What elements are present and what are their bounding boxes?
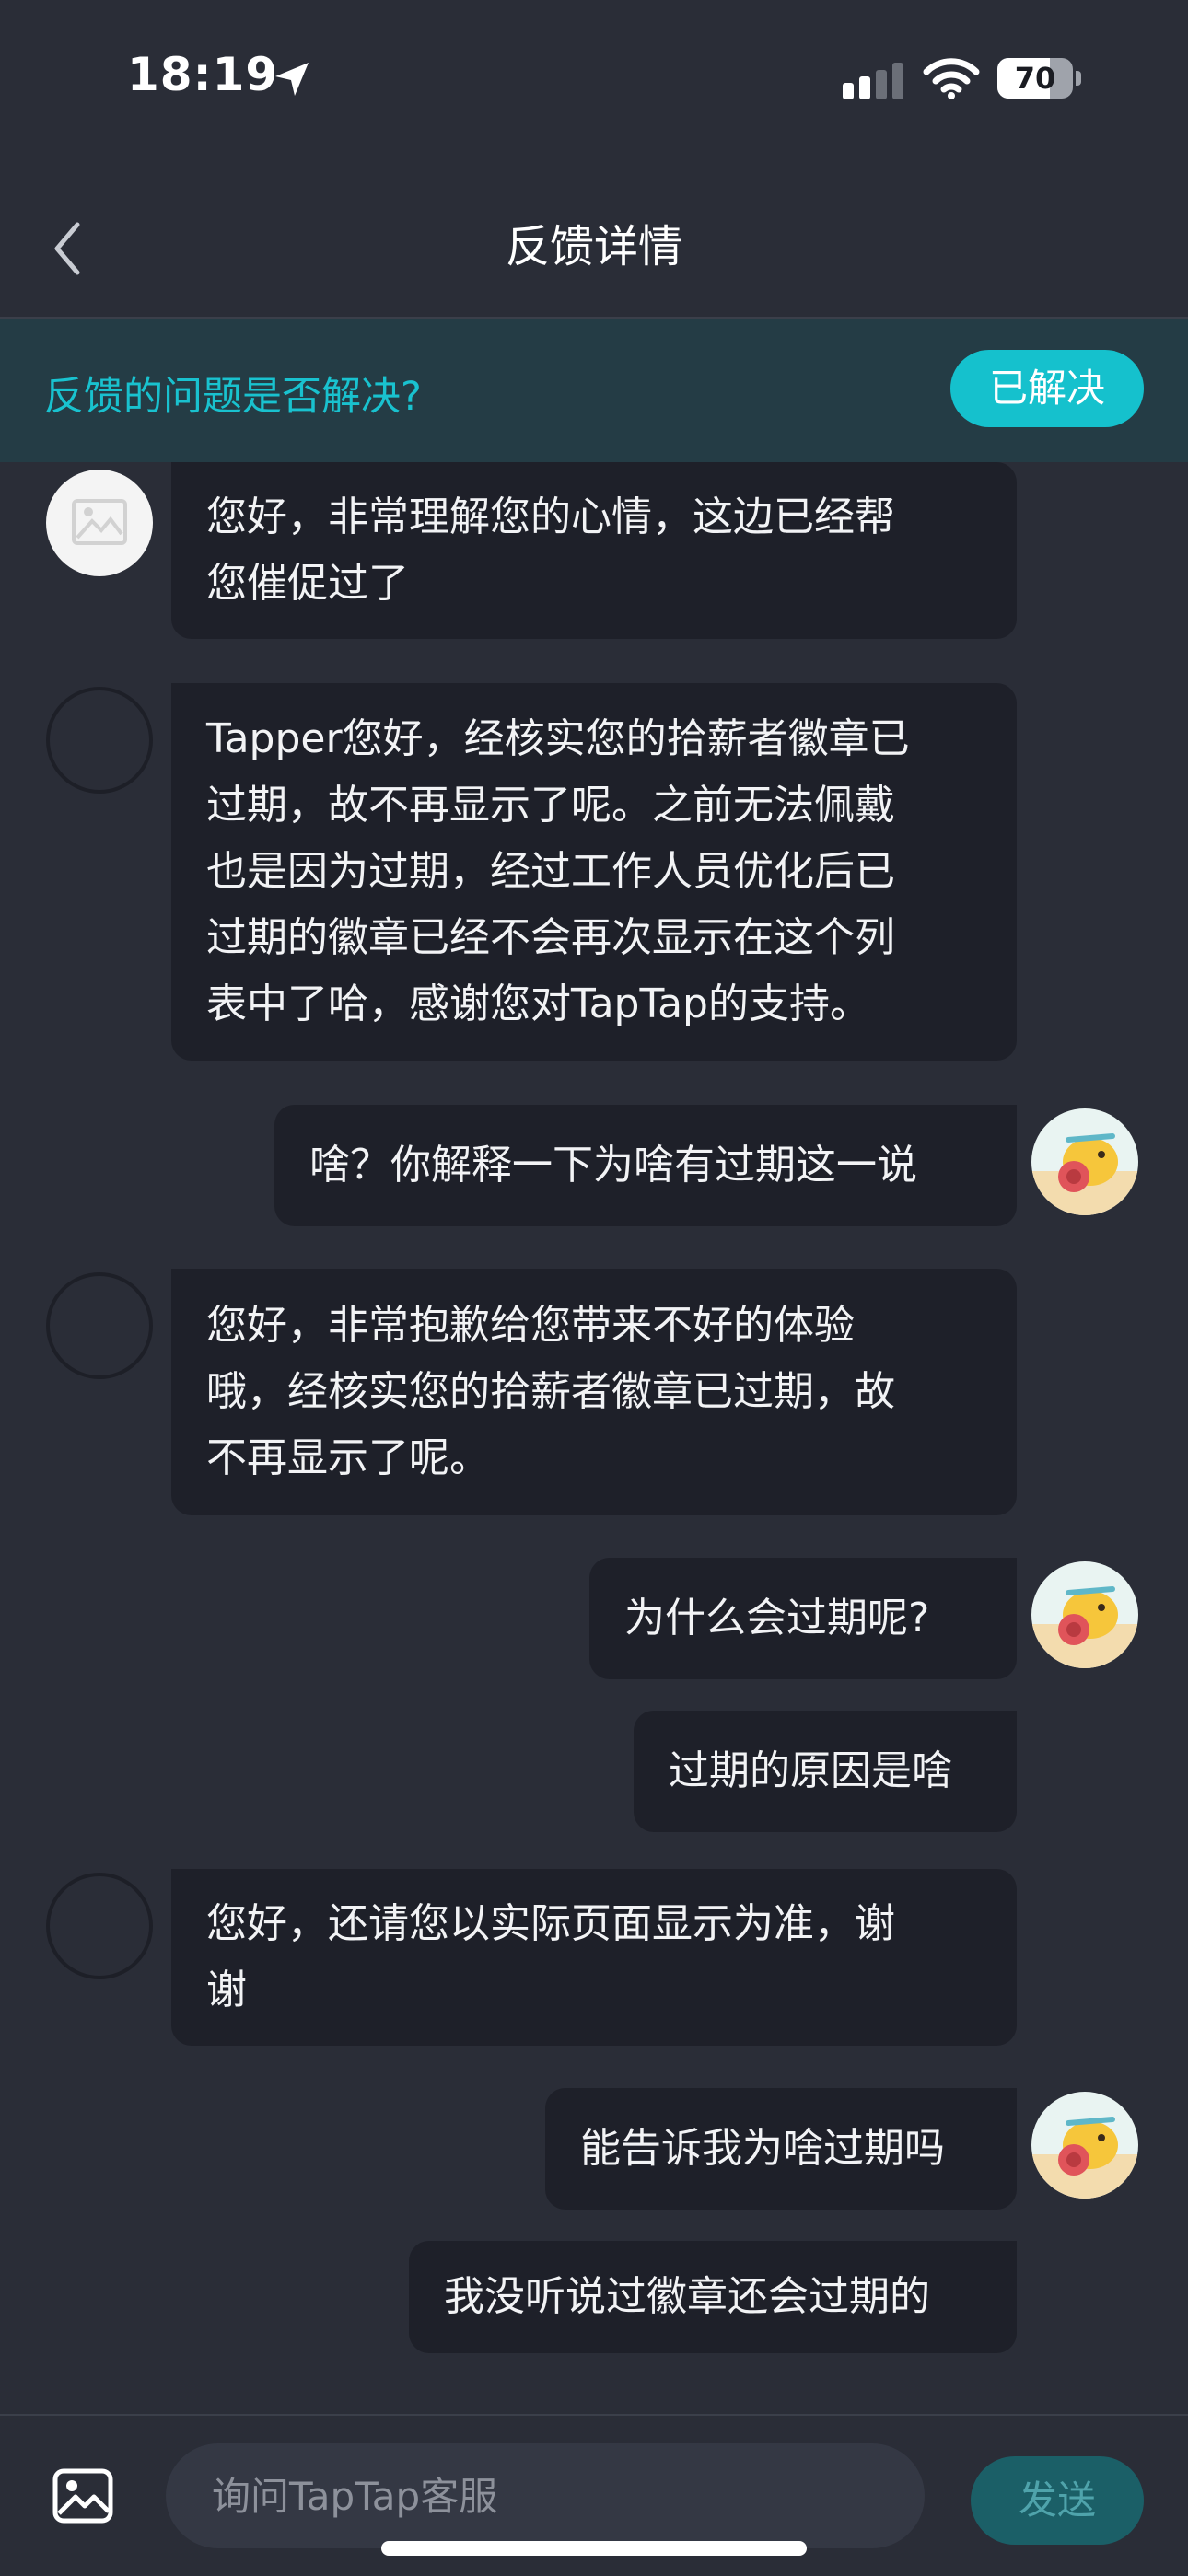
- message-line: 能告诉我为啥过期吗: [580, 2125, 945, 2172]
- message-input[interactable]: [166, 2443, 925, 2548]
- image-icon[interactable]: [52, 2467, 114, 2524]
- support-message-bubble[interactable]: 您好，还请您以实际页面显示为准，谢谢: [171, 1869, 1017, 2046]
- message-line: 过期，故不再显示了呢。之前无法佩戴: [206, 782, 895, 829]
- status-bar: 18:19 70: [0, 0, 1188, 157]
- message-line: 也是因为过期，经过工作人员优化后已: [206, 848, 895, 895]
- message-line: 您好，还请您以实际页面显示为准，谢: [206, 1900, 895, 1947]
- message-line: 您好，非常理解您的心情，这边已经帮: [206, 493, 895, 540]
- message-line: 啥？你解释一下为啥有过期这一说: [309, 1142, 917, 1189]
- user-message-bubble[interactable]: 我没听说过徽章还会过期的: [409, 2241, 1017, 2353]
- user-message-bubble[interactable]: 为什么会过期呢?: [589, 1558, 1017, 1679]
- support-message-bubble[interactable]: Tapper您好，经核实您的拾薪者徽章已 过期，故不再显示了呢。之前无法佩戴 也是因…: [171, 683, 1017, 1061]
- battery-level: 70: [1014, 61, 1056, 96]
- cellular-signal-icon: [843, 63, 903, 99]
- resolved-question: 反馈的问题是否解决?: [44, 374, 422, 420]
- message-line: 您好，非常抱歉给您带来不好的体验: [206, 1302, 855, 1349]
- chat-messages[interactable]: 您好，非常理解您的心情，这边已经帮 您催促过了 Tapper您好，经核实您的拾薪者徽…: [0, 462, 1188, 2414]
- status-time: 18:19: [127, 48, 279, 101]
- home-indicator: [381, 2541, 807, 2556]
- page-title: 反馈详情: [505, 221, 682, 273]
- message-line: 过期的徽章已经不会再次显示在这个列: [206, 914, 895, 961]
- message-line: Tapper您好，经核实您的拾薪者徽章已: [206, 715, 910, 762]
- user-avatar: [1031, 1561, 1138, 1668]
- battery-indicator: 70: [997, 58, 1073, 99]
- support-avatar-placeholder-icon: [46, 470, 153, 576]
- resolved-button[interactable]: 已解决: [950, 350, 1144, 427]
- support-avatar: [46, 1272, 153, 1379]
- user-message-bubble[interactable]: 过期的原因是啥: [634, 1711, 1017, 1832]
- nav-bar: 反馈详情: [0, 175, 1188, 319]
- feedback-banner: 反馈的问题是否解决? 已解决: [0, 319, 1188, 462]
- message-line: 不再显示了呢。: [206, 1434, 490, 1481]
- user-message-bubble[interactable]: 啥？你解释一下为啥有过期这一说: [274, 1105, 1017, 1226]
- support-avatar: [46, 687, 153, 794]
- wifi-icon: [923, 58, 980, 99]
- send-button[interactable]: 发送: [971, 2456, 1144, 2545]
- support-message-bubble[interactable]: 您好，非常抱歉给您带来不好的体验 哦，经核实您的拾薪者徽章已过期，故 不再显示了呢。: [171, 1269, 1017, 1515]
- message-line: 您催促过了: [206, 560, 409, 607]
- message-line: 哦，经核实您的拾薪者徽章已过期，故: [206, 1368, 895, 1415]
- message-line: 为什么会过期呢?: [624, 1595, 930, 1642]
- support-avatar: [46, 1873, 153, 1979]
- battery-tip: [1076, 71, 1081, 86]
- message-line: 我没听说过徽章还会过期的: [444, 2273, 930, 2320]
- user-avatar: [1031, 1108, 1138, 1215]
- message-line: 谢: [206, 1967, 247, 2013]
- location-arrow-icon: [275, 63, 309, 96]
- user-message-bubble[interactable]: 能告诉我为啥过期吗: [545, 2088, 1017, 2210]
- message-line: 过期的原因是啥: [669, 1747, 952, 1794]
- user-avatar: [1031, 2092, 1138, 2199]
- message-line: 表中了哈，感谢您对TapTap的支持。: [206, 981, 870, 1027]
- support-message-bubble[interactable]: 您好，非常理解您的心情，这边已经帮 您催促过了: [171, 462, 1017, 639]
